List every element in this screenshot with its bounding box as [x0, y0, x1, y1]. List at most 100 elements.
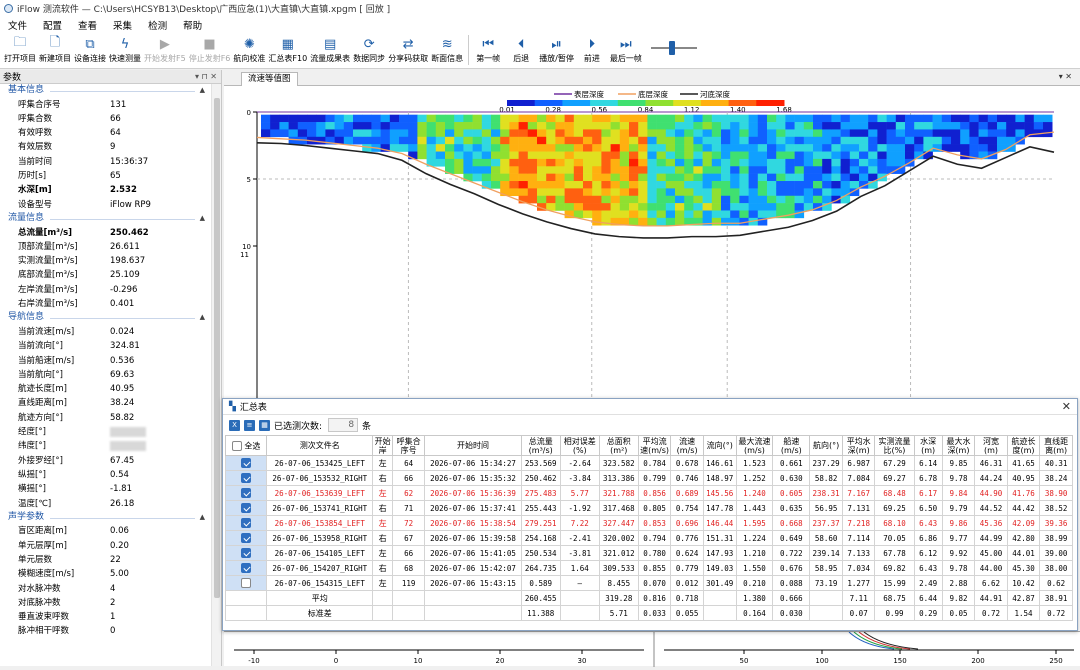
toolbar-button-3[interactable]: ϟ 快速测量	[109, 33, 141, 64]
toolbar-button-8[interactable]: ▤ 流量成果表	[310, 33, 350, 64]
collapse-icon[interactable]: ▲	[200, 311, 205, 325]
menu-5[interactable]: 帮助	[183, 18, 202, 32]
table-row[interactable]: 26-07-06_153958_RIGHT 右 67 2026-07-06 15:39…	[224, 530, 1073, 546]
bottom-x-tick-label: 50	[740, 657, 749, 665]
row-checkbox[interactable]	[241, 488, 252, 498]
row-select-cell[interactable]	[224, 485, 268, 501]
toolbar-button-9[interactable]: ⟳ 数据同步	[353, 33, 385, 64]
select-all-checkbox[interactable]	[231, 440, 242, 451]
column-header[interactable]: 流向(°)	[702, 435, 737, 456]
row-checkbox[interactable]	[241, 548, 252, 558]
column-header[interactable]: 总流量(m³/s)	[520, 435, 561, 456]
velocity-cell	[1024, 129, 1035, 138]
toolbar-button-1[interactable]: 🗋 新建项目	[39, 33, 71, 64]
table-row[interactable]: 26-07-06_153532_RIGHT 右 66 2026-07-06 15:35…	[224, 470, 1073, 486]
collapse-icon[interactable]: ▲	[200, 84, 205, 98]
column-header[interactable]: 流速(m/s)	[670, 435, 704, 456]
column-header[interactable]: 船速(m/s)	[772, 435, 811, 456]
row-select-cell[interactable]	[224, 470, 268, 486]
column-header[interactable]: 航向(°)	[809, 435, 843, 456]
table-row[interactable]: 26-07-06_153425_LEFT 左 64 2026-07-06 15:34:…	[224, 455, 1073, 471]
velocity-cell	[555, 122, 565, 130]
menu-3[interactable]: 采集	[113, 18, 132, 32]
column-header[interactable]: 呼集合序号	[391, 435, 426, 456]
table-row[interactable]: 26-07-06_153741_RIGHT 右 71 2026-07-06 15:37…	[224, 500, 1073, 516]
column-header[interactable]: 实测流量比(%)	[874, 435, 915, 456]
toolbar-button-2[interactable]: ⧉ 设备连接	[74, 33, 106, 64]
toolbar-button-4[interactable]: ▶ 开始发射F5	[144, 33, 186, 64]
row-select-cell[interactable]	[224, 455, 268, 471]
playback-speed-slider[interactable]	[650, 41, 701, 61]
velocity-cell	[546, 195, 556, 204]
column-header[interactable]: 平均水深(m)	[841, 435, 876, 456]
column-header[interactable]: 直线距离(m)	[1039, 435, 1073, 456]
section-header[interactable]: 流量信息 ▲	[0, 212, 221, 226]
table-row[interactable]: 26-07-06_154105_LEFT 左 66 2026-07-06 15:41:…	[224, 545, 1073, 561]
row-checkbox[interactable]	[241, 533, 252, 543]
toolbar-button-5[interactable]: ■ 停止发射F6	[189, 33, 231, 64]
slider-thumb[interactable]	[668, 41, 675, 55]
row-select-cell[interactable]	[224, 530, 268, 546]
column-header[interactable]: 测次文件名	[266, 435, 374, 456]
toolbar-button-13[interactable]: ⏴ 后退	[506, 33, 536, 64]
menu-1[interactable]: 配置	[43, 18, 62, 32]
tab-velocity-contour[interactable]: 流速等值图	[241, 72, 298, 86]
row-checkbox[interactable]	[241, 563, 252, 573]
section-header[interactable]: 导航信息 ▲	[0, 311, 221, 325]
collapse-icon[interactable]: ▲	[200, 212, 205, 226]
column-header[interactable]: 开始岸	[372, 435, 393, 456]
param-value: -0.296	[110, 284, 138, 295]
toolbar-button-14[interactable]: ⏯ 播放/暂停	[539, 33, 574, 64]
table-cell	[372, 590, 393, 606]
column-header[interactable]: 航迹长度(m)	[1006, 435, 1041, 456]
column-header[interactable]: 最大流速(m/s)	[735, 435, 774, 456]
panel-pin-close-icons[interactable]: ▾ ⊓ ✕	[195, 72, 217, 81]
collapse-icon[interactable]: ▲	[200, 511, 205, 525]
section-header[interactable]: 声学参数 ▲	[0, 511, 221, 525]
row-checkbox[interactable]	[241, 458, 252, 468]
velocity-cell	[905, 151, 915, 160]
row-select-cell[interactable]	[224, 575, 268, 591]
row-select-cell[interactable]	[224, 515, 268, 531]
export-list-icon[interactable]: ≡	[244, 419, 255, 431]
column-header[interactable]: 平均流速(m/s)	[637, 435, 672, 456]
menu-2[interactable]: 查看	[78, 18, 97, 32]
toolbar-button-16[interactable]: ⏭ 最后一帧	[610, 33, 642, 64]
row-select-cell[interactable]	[224, 560, 268, 576]
toolbar-button-11[interactable]: ≋ 断面信息	[431, 33, 463, 64]
velocity-cell	[638, 181, 648, 189]
column-header[interactable]: 总面积(m²)	[598, 435, 639, 456]
toolbar-button-7[interactable]: ▦ 汇总表F10	[268, 33, 307, 64]
table-row[interactable]: 26-07-06_153639_LEFT 左 62 2026-07-06 15:36:…	[224, 485, 1073, 501]
row-select-cell[interactable]	[224, 545, 268, 561]
row-select-cell[interactable]	[224, 500, 268, 516]
row-checkbox[interactable]	[241, 518, 252, 528]
toolbar-button-10[interactable]: ⇄ 分享码获取	[388, 33, 428, 64]
row-checkbox[interactable]	[241, 578, 252, 588]
panel-scrollbar[interactable]	[211, 84, 221, 666]
menu-4[interactable]: 检测	[148, 18, 167, 32]
table-row[interactable]: 26-07-06_154315_LEFT 左 119 2026-07-06 15:43…	[224, 575, 1073, 591]
tab-dropdown-close-icons[interactable]: ▾ ✕	[1059, 72, 1072, 81]
velocity-cell	[353, 122, 363, 130]
column-header[interactable]: 相对误差(%)	[559, 435, 600, 456]
velocity-cell	[546, 188, 556, 197]
column-header[interactable]: 开始时间	[424, 435, 522, 456]
row-checkbox[interactable]	[241, 473, 252, 483]
column-header[interactable]: 河宽(m)	[974, 435, 1008, 456]
column-header[interactable]: 最大水深(m)	[941, 435, 976, 456]
toolbar-button-12[interactable]: ⏮ 第一帧	[473, 33, 503, 64]
column-header[interactable]: 水深(m)	[913, 435, 943, 456]
export-icon[interactable]: X	[229, 419, 240, 431]
menu-0[interactable]: 文件	[8, 18, 27, 32]
table-row[interactable]: 26-07-06_153854_LEFT 左 72 2026-07-06 15:38:…	[224, 515, 1073, 531]
row-checkbox[interactable]	[241, 503, 252, 513]
close-icon[interactable]: ✕	[1062, 400, 1071, 413]
table-row[interactable]: 26-07-06_154207_RIGHT 右 68 2026-07-06 15:42…	[224, 560, 1073, 576]
export-table-icon[interactable]: ▦	[259, 419, 270, 431]
section-header[interactable]: 基本信息 ▲	[0, 84, 221, 98]
toolbar-button-6[interactable]: ✺ 航向校准	[233, 33, 265, 64]
column-header[interactable]: 全选	[224, 435, 268, 456]
toolbar-button-15[interactable]: ⏵ 前进	[577, 33, 607, 64]
toolbar-button-0[interactable]: 🗀 打开项目	[4, 33, 36, 64]
